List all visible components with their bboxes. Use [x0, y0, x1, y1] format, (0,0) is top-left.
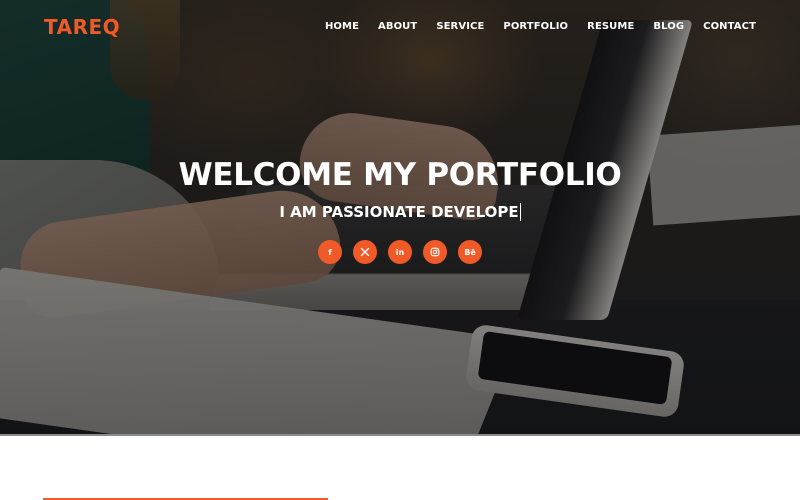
social-x-button[interactable]: [353, 240, 377, 264]
typing-caret: [519, 203, 521, 221]
nav-item-contact[interactable]: CONTACT: [703, 21, 756, 32]
instagram-icon: [430, 247, 440, 257]
nav-item-resume[interactable]: RESUME: [587, 21, 634, 32]
site-header: TAREQ HOME ABOUT SERVICE PORTFOLIO RESUM…: [0, 0, 800, 55]
main-nav: HOME ABOUT SERVICE PORTFOLIO RESUME BLOG…: [325, 21, 756, 32]
facebook-icon: f: [328, 247, 332, 257]
social-facebook-button[interactable]: f: [318, 240, 342, 264]
site-logo[interactable]: TAREQ: [44, 15, 120, 39]
nav-item-home[interactable]: HOME: [325, 21, 359, 32]
linkedin-icon: in: [395, 247, 405, 257]
hero-subtitle-typed: I AM PASSIONATE DEVELOPE: [279, 201, 521, 223]
hero-subtitle-text: I AM PASSIONATE DEVELOPE: [279, 203, 519, 221]
hero-bottom-edge: [0, 434, 800, 436]
social-behance-button[interactable]: Bē: [458, 240, 482, 264]
nav-item-about[interactable]: ABOUT: [378, 21, 417, 32]
nav-item-portfolio[interactable]: PORTFOLIO: [503, 21, 568, 32]
social-linkedin-button[interactable]: in: [388, 240, 412, 264]
hero-section: TAREQ HOME ABOUT SERVICE PORTFOLIO RESUM…: [0, 0, 800, 436]
behance-icon: Bē: [464, 247, 476, 257]
hero-title: WELCOME MY PORTFOLIO: [178, 157, 622, 193]
nav-item-blog[interactable]: BLOG: [653, 21, 684, 32]
hero-content: WELCOME MY PORTFOLIO I AM PASSIONATE DEV…: [0, 155, 800, 264]
social-instagram-button[interactable]: [423, 240, 447, 264]
x-icon: [360, 247, 370, 257]
social-links: f in Bē: [0, 240, 800, 264]
nav-item-service[interactable]: SERVICE: [436, 21, 484, 32]
